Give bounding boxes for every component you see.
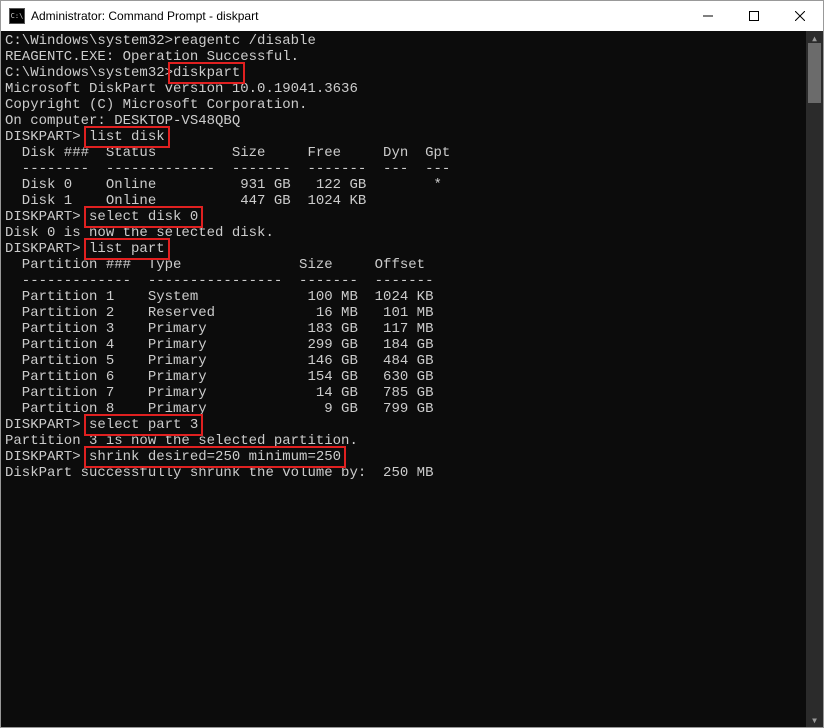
table-row: Disk 0 Online 931 GB 122 GB * xyxy=(5,177,802,193)
highlighted-command: select disk 0 xyxy=(87,209,200,225)
scrollbar-thumb[interactable] xyxy=(808,43,821,103)
scrollbar[interactable]: ▲ ▼ xyxy=(806,31,823,727)
highlighted-command: list disk xyxy=(87,129,167,145)
window-controls xyxy=(685,1,823,31)
table-header: Disk ### Status Size Free Dyn Gpt xyxy=(5,145,802,161)
output-line: Microsoft DiskPart version 10.0.19041.36… xyxy=(5,81,802,97)
table-row: Partition 4 Primary 299 GB 184 GB xyxy=(5,337,802,353)
prompt-text: DISKPART> xyxy=(5,449,89,465)
table-row: Partition 8 Primary 9 GB 799 GB xyxy=(5,401,802,417)
output-line: DISKPART> select part 3 xyxy=(5,417,802,433)
highlighted-command: list part xyxy=(87,241,167,257)
highlighted-command: select part 3 xyxy=(87,417,200,433)
output-line: Copyright (C) Microsoft Corporation. xyxy=(5,97,802,113)
maximize-button[interactable] xyxy=(731,1,777,31)
output-line: Disk 0 is now the selected disk. xyxy=(5,225,802,241)
prompt-text: DISKPART> xyxy=(5,241,89,257)
output-line: DISKPART> shrink desired=250 minimum=250 xyxy=(5,449,802,465)
window-title: Administrator: Command Prompt - diskpart xyxy=(31,9,258,23)
output-line: C:\Windows\system32>diskpart xyxy=(5,65,802,81)
output-line: C:\Windows\system32>reagentc /disable xyxy=(5,33,802,49)
prompt-text: DISKPART> xyxy=(5,417,89,433)
table-row: Disk 1 Online 447 GB 1024 KB xyxy=(5,193,802,209)
output-line: Partition 3 is now the selected partitio… xyxy=(5,433,802,449)
table-row: Partition 5 Primary 146 GB 484 GB xyxy=(5,353,802,369)
prompt-text: C:\Windows\system32> xyxy=(5,65,173,81)
output-line: On computer: DESKTOP-VS48QBQ xyxy=(5,113,802,129)
titlebar[interactable]: C:\ Administrator: Command Prompt - disk… xyxy=(1,1,823,31)
table-divider: ------------- ---------------- ------- -… xyxy=(5,273,802,289)
output-line: DISKPART> list disk xyxy=(5,129,802,145)
prompt-text: DISKPART> xyxy=(5,209,89,225)
prompt-text: DISKPART> xyxy=(5,129,89,145)
highlighted-command: diskpart xyxy=(171,65,242,81)
output-line: DISKPART> list part xyxy=(5,241,802,257)
table-row: Partition 7 Primary 14 GB 785 GB xyxy=(5,385,802,401)
scroll-down-icon[interactable]: ▼ xyxy=(806,713,823,727)
table-header: Partition ### Type Size Offset xyxy=(5,257,802,273)
cmd-icon: C:\ xyxy=(9,8,25,24)
output-line: DISKPART> select disk 0 xyxy=(5,209,802,225)
table-row: Partition 3 Primary 183 GB 117 MB xyxy=(5,321,802,337)
terminal-output[interactable]: C:\Windows\system32>reagentc /disableREA… xyxy=(1,31,806,727)
output-line: DiskPart successfully shrunk the volume … xyxy=(5,465,802,481)
table-row: Partition 1 System 100 MB 1024 KB xyxy=(5,289,802,305)
table-divider: -------- ------------- ------- ------- -… xyxy=(5,161,802,177)
output-line: REAGENTC.EXE: Operation Successful. xyxy=(5,49,802,65)
table-row: Partition 6 Primary 154 GB 630 GB xyxy=(5,369,802,385)
table-row: Partition 2 Reserved 16 MB 101 MB xyxy=(5,305,802,321)
close-button[interactable] xyxy=(777,1,823,31)
minimize-button[interactable] xyxy=(685,1,731,31)
highlighted-command: shrink desired=250 minimum=250 xyxy=(87,449,343,465)
command-prompt-window: C:\ Administrator: Command Prompt - disk… xyxy=(0,0,824,728)
